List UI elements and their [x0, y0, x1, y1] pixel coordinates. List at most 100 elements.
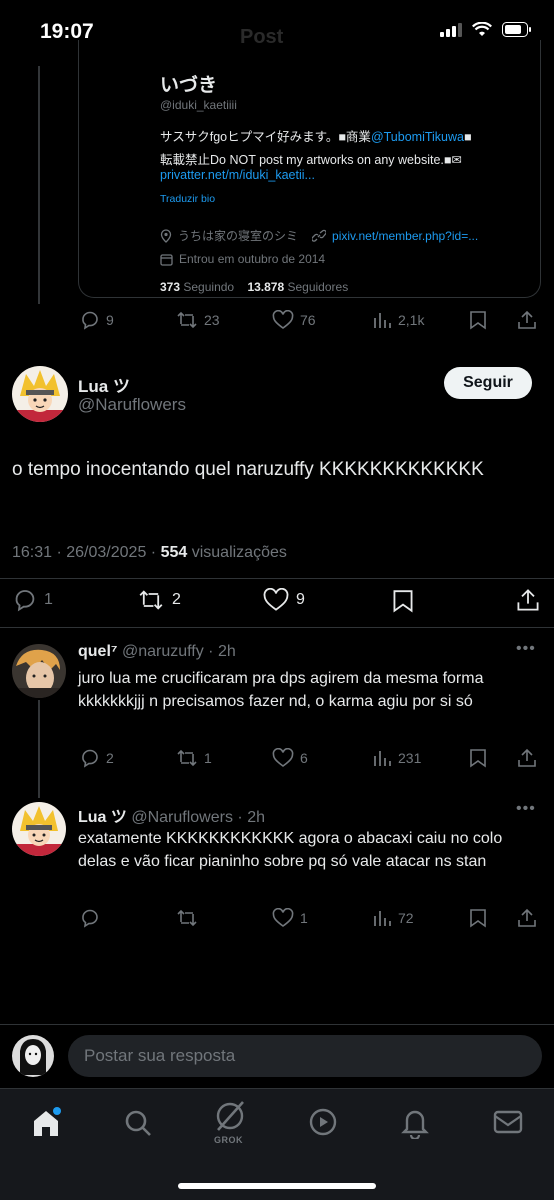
thread-line [38, 66, 40, 304]
quoted-bookmark-button[interactable] [469, 310, 487, 330]
reply-reply-button[interactable]: 2 [80, 748, 114, 768]
reply-avatar[interactable] [12, 644, 66, 698]
reply-like-button[interactable]: 6 [272, 748, 308, 768]
quoted-reply-button[interactable]: 9 [80, 310, 114, 330]
link-icon [312, 229, 327, 242]
reply-views-button[interactable]: 231 [372, 748, 421, 768]
heart-icon [272, 748, 294, 767]
bio-link[interactable]: privatter.net/m/iduki_kaetii... [160, 168, 315, 182]
more-options-icon[interactable]: ••• [516, 800, 536, 818]
tweet-share-button[interactable] [516, 588, 540, 612]
reply-share-button[interactable] [517, 748, 537, 768]
reply-reply-button[interactable] [80, 908, 106, 928]
quoted-share-button[interactable] [517, 310, 537, 330]
quoted-profile-website[interactable]: pixiv.net/member.php?id=... [332, 229, 478, 243]
reply-icon [82, 909, 98, 928]
reply-icon [82, 311, 98, 330]
my-avatar[interactable] [12, 1035, 54, 1077]
views-icon [374, 751, 391, 766]
play-icon [309, 1108, 337, 1136]
author-avatar[interactable] [12, 366, 68, 422]
author-handle[interactable]: @Naruflowers [78, 395, 186, 415]
heart-icon [272, 908, 294, 927]
reply-like-button[interactable]: 1 [272, 908, 308, 928]
envelope-icon [493, 1110, 523, 1134]
tweet-views-count[interactable]: 554 [161, 544, 188, 561]
reply-bookmark-button[interactable] [469, 908, 487, 928]
divider [0, 627, 554, 628]
reply-icon [15, 590, 35, 612]
reply-input[interactable]: Postar sua resposta [68, 1035, 542, 1077]
reply-avatar[interactable] [12, 802, 66, 856]
translate-bio-link[interactable]: Traduzir bio [160, 193, 215, 205]
nav-search[interactable] [122, 1107, 154, 1144]
divider [0, 578, 554, 579]
nav-grok[interactable] [212, 1099, 248, 1138]
quoted-profile-joined-row: Entrou em outubro de 2014 [160, 252, 325, 266]
quoted-views-button[interactable]: 2,1k [372, 310, 424, 330]
home-indicator [178, 1183, 376, 1189]
tweet-repost-button[interactable]: 2 [136, 588, 181, 612]
repost-icon [177, 749, 197, 767]
nav-messages[interactable] [492, 1107, 524, 1142]
bookmark-icon [393, 590, 413, 613]
bookmark-icon [470, 749, 486, 768]
reply-icon [82, 749, 98, 768]
reply-author-handle[interactable]: @Naruflowers [131, 809, 233, 826]
followers-link[interactable]: Seguidores [287, 280, 348, 294]
reply-time: · 2h [237, 809, 265, 826]
author-name[interactable]: Lua ツ [78, 372, 130, 397]
quoted-like-button[interactable]: 76 [272, 310, 316, 330]
reply-author-name[interactable]: quel⁷ [78, 643, 118, 660]
bio-mention-link[interactable]: @TubomiTikuwa [371, 130, 464, 144]
signal-icon [440, 22, 462, 37]
search-icon [125, 1110, 151, 1136]
reply-header: Lua ツ @Naruflowers · 2h [78, 803, 265, 827]
reply-text: exatamente KKKKKKKKKKKK agora o abacaxi … [78, 830, 503, 870]
quoted-repost-button[interactable]: 23 [176, 310, 220, 330]
follow-button[interactable]: Seguir [444, 367, 532, 399]
reply-author-name[interactable]: Lua ツ [78, 809, 127, 826]
tweet-bookmark-button[interactable] [392, 588, 414, 614]
tweet-reply-button[interactable]: 1 [12, 588, 53, 612]
share-icon [518, 748, 536, 767]
reply-bookmark-button[interactable] [469, 748, 487, 768]
wifi-icon [472, 22, 492, 36]
quoted-profile-handle: @iduki_kaetiiii [160, 98, 237, 112]
bell-icon [401, 1110, 429, 1141]
reply-share-button[interactable] [517, 908, 537, 928]
share-icon [518, 310, 536, 329]
reply-bar: Postar sua resposta [0, 1024, 554, 1088]
battery-icon [502, 22, 531, 37]
tweet-meta: 16:31 · 26/03/2025 · 554 visualizações [12, 544, 287, 562]
quoted-profile-bio-line2: 転載禁止Do NOT post my artworks on any websi… [160, 153, 462, 167]
reply-views-button[interactable]: 72 [372, 908, 414, 928]
calendar-icon [160, 253, 173, 266]
repost-icon [177, 909, 197, 927]
tweet-like-button[interactable]: 9 [262, 588, 305, 612]
views-icon [374, 313, 391, 328]
tweet-text: o tempo inocentando quel naruzuffy KKKKK… [12, 459, 484, 480]
more-options-icon[interactable]: ••• [516, 640, 536, 658]
reply-author-handle[interactable]: @naruzuffy [122, 643, 204, 660]
repost-icon [139, 590, 163, 610]
reply-repost-button[interactable] [176, 908, 204, 928]
bookmark-icon [470, 909, 486, 928]
following-link[interactable]: Seguindo [183, 280, 234, 294]
quoted-profile-name: いづき [160, 75, 218, 96]
reply-header: quel⁷ @naruzuffy · 2h [78, 643, 236, 661]
heart-icon [272, 310, 294, 329]
nav-video[interactable] [308, 1107, 338, 1142]
reply-text: juro lua me crucificaram pra dps agirem … [78, 670, 484, 710]
quoted-profile-bio-line1: サスサクfgoヒプマイ好みます。■商業@TubomiTikuwa■ [160, 130, 472, 144]
repost-icon [177, 311, 197, 329]
nav-home[interactable] [30, 1107, 62, 1144]
quoted-profile-meta: うちは家の寝室のシミ pixiv.net/member.php?id=... [160, 227, 478, 244]
reply-repost-button[interactable]: 1 [176, 748, 212, 768]
nav-notifications[interactable] [400, 1107, 430, 1144]
grok-icon [216, 1101, 244, 1131]
share-icon [517, 589, 539, 611]
quoted-profile-location: うちは家の寝室のシミ [178, 229, 299, 243]
reply-time: · 2h [208, 643, 236, 660]
bottom-nav: GROK [0, 1088, 554, 1200]
